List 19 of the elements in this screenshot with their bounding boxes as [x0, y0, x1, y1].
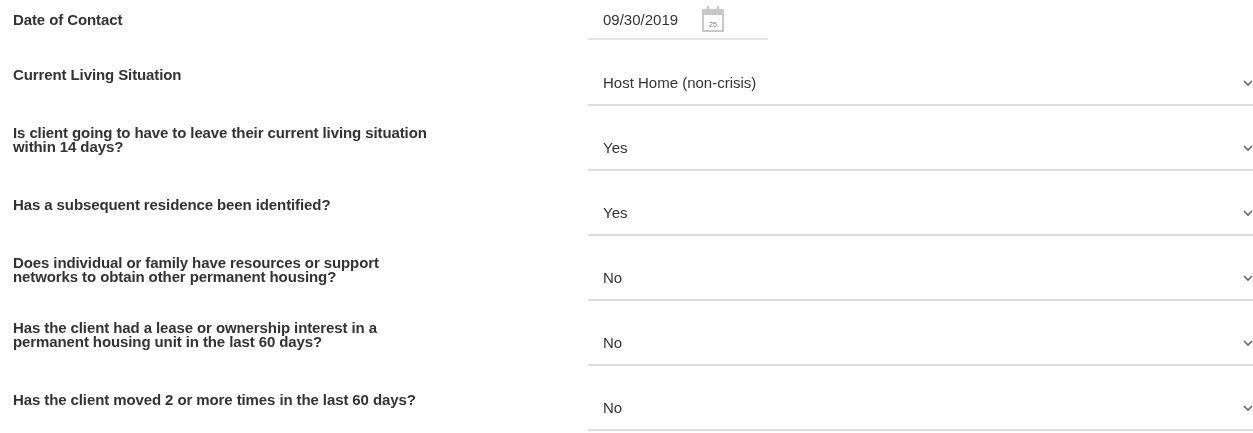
chevron-down-icon	[1243, 338, 1253, 347]
chevron-down-icon	[1243, 208, 1253, 217]
field-label: Has the client moved 2 or more times in the last 60 days?	[13, 392, 417, 407]
dropdown-field[interactable]: Yes	[588, 191, 1253, 236]
field-label: Has the client had a lease or ownership interest in a permanent housing unit in the last 60 days?	[13, 320, 378, 349]
dropdown-field[interactable]: No	[588, 256, 1253, 301]
chevron-down-icon	[1243, 78, 1253, 87]
dropdown-field[interactable]: Yes	[588, 126, 1253, 171]
chevron-down-icon	[1243, 403, 1253, 412]
dropdown-field[interactable]: No	[588, 321, 1253, 366]
chevron-down-icon	[1243, 143, 1253, 152]
chevron-down-icon	[1243, 273, 1253, 282]
field-label: Does individual or family have resources or support networks to obtain other permanent housing?	[13, 255, 380, 284]
field-label: Current Living Situation	[13, 67, 183, 82]
field-label: Has a subsequent residence been identified?	[13, 197, 332, 212]
field-label: Date of Contact	[13, 13, 124, 27]
dropdown-field[interactable]: No	[588, 386, 1253, 431]
field-label: Is client going to have to leave their current living situation within 14 days?	[13, 125, 428, 154]
dropdown-field[interactable]: Host Home (non-crisis)	[588, 61, 1253, 106]
